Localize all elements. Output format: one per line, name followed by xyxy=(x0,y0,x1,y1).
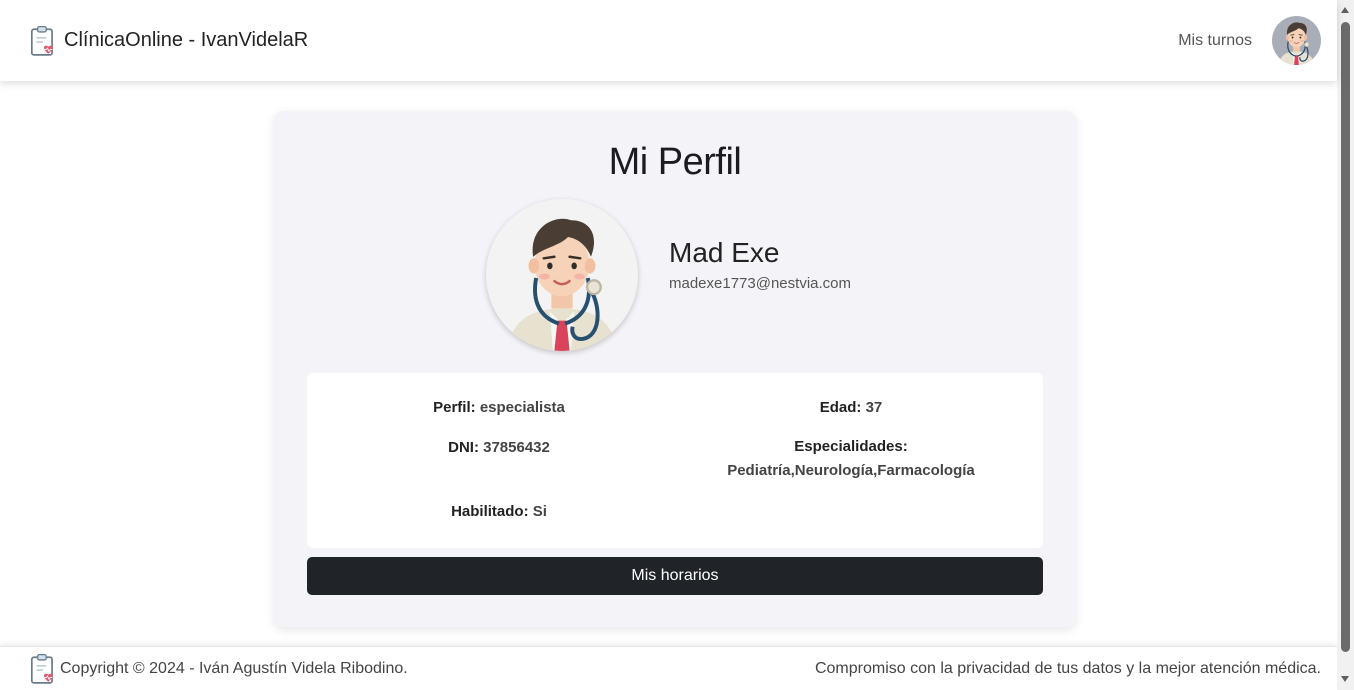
mis-horarios-button[interactable]: Mis horarios xyxy=(307,557,1043,595)
dni-label: DNI: xyxy=(448,439,479,456)
habilitado-label: Habilitado: xyxy=(451,503,529,520)
edad-label: Edad: xyxy=(819,399,862,416)
profile-picture xyxy=(486,199,638,351)
brand[interactable]: ClínicaOnline - IvanVidelaR xyxy=(30,25,308,57)
clipboard-heart-icon xyxy=(30,25,56,57)
doctor-avatar-icon xyxy=(486,199,638,351)
footer-tagline: Compromiso con la privacidad de tus dato… xyxy=(814,659,1321,677)
edad-value: 37 xyxy=(865,399,883,416)
perfil-value: especialista xyxy=(479,399,565,416)
profile-card: Mi Perfil Mad Exe madexe1773@nestvia.com… xyxy=(274,111,1076,627)
perfil-label: Perfil: xyxy=(433,399,476,416)
habilitado-value: Si xyxy=(532,503,547,520)
brand-title[interactable]: ClínicaOnline - IvanVidelaR xyxy=(64,29,308,52)
especialidades-value: Pediatría,Neurología,Farmacología xyxy=(727,462,975,479)
doctor-avatar-icon xyxy=(1272,16,1321,65)
habilitado-field: Habilitado: Si xyxy=(307,503,691,520)
clipboard-heart-icon xyxy=(30,653,56,685)
scroll-up-arrow-icon[interactable] xyxy=(1341,7,1349,13)
footer: Copyright © 2024 - Iván Agustín Videla R… xyxy=(0,646,1337,690)
profile-name: Mad Exe xyxy=(669,237,780,268)
main-content: Mi Perfil Mad Exe madexe1773@nestvia.com… xyxy=(0,81,1337,646)
perfil-field: Perfil: especialista xyxy=(307,399,691,416)
dni-field: DNI: 37856432 xyxy=(307,439,691,456)
edad-field: Edad: 37 xyxy=(659,399,1043,416)
scroll-down-arrow-icon[interactable] xyxy=(1341,676,1349,682)
nav-right: Mis turnos xyxy=(1178,16,1321,65)
page-title: Mi Perfil xyxy=(608,141,742,183)
especialidades-field: Especialidades: Pediatría,Neurología,Far… xyxy=(659,435,1043,483)
especialidades-label: Especialidades: xyxy=(794,438,908,455)
mis-turnos-link[interactable]: Mis turnos xyxy=(1178,32,1252,50)
user-avatar[interactable] xyxy=(1272,16,1321,65)
profile-info-box: Perfil: especialista Edad: 37 DNI: 37856… xyxy=(307,373,1043,548)
top-navbar: ClínicaOnline - IvanVidelaR Mis turnos xyxy=(0,0,1337,81)
profile-email: madexe1773@nestvia.com xyxy=(669,275,851,292)
dni-value: 37856432 xyxy=(483,439,550,456)
scrollbar-thumb[interactable] xyxy=(1341,22,1350,652)
footer-copyright: Copyright © 2024 - Iván Agustín Videla R… xyxy=(60,659,408,677)
vertical-scrollbar[interactable] xyxy=(1337,0,1354,690)
footer-left: Copyright © 2024 - Iván Agustín Videla R… xyxy=(30,653,408,685)
